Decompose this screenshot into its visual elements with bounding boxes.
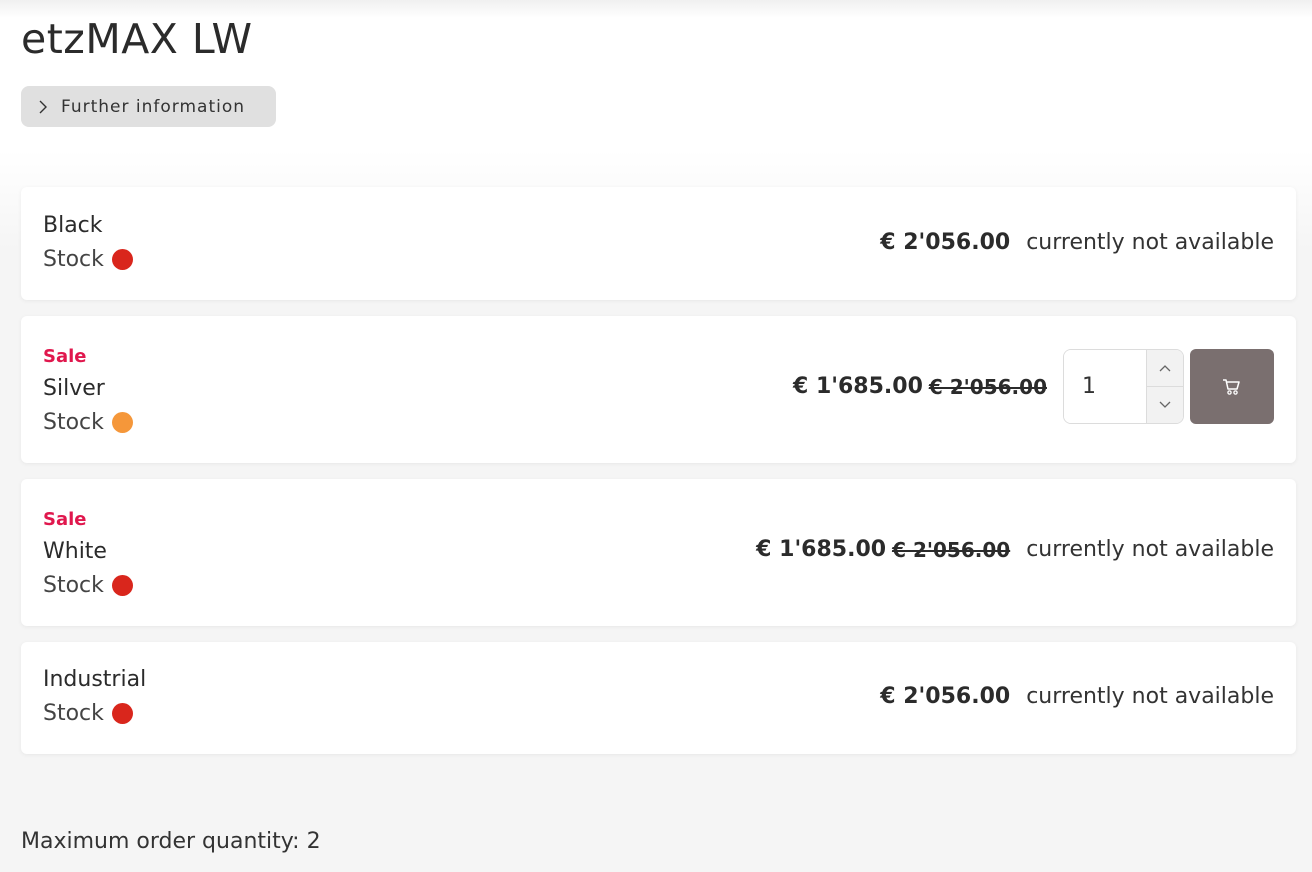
chevron-down-icon: [1159, 401, 1171, 408]
stock-label: Stock: [43, 573, 104, 598]
sale-badge: Sale: [43, 346, 87, 367]
page: etzMAX LW Further information Black Stoc…: [0, 0, 1312, 872]
variant-card-industrial: Industrial Stock € 2'056.00 currently no…: [21, 642, 1296, 754]
variant-card-silver: Sale Silver Stock € 1'685.00 € 2'056.00: [21, 316, 1296, 463]
stock-indicator: Stock: [43, 573, 133, 598]
stock-status-dot: [111, 575, 133, 596]
availability-text: currently not available: [1026, 230, 1274, 255]
price: € 2'056.00: [880, 230, 1011, 255]
stock-label: Stock: [43, 410, 104, 435]
sale-badge: Sale: [43, 509, 87, 530]
page-title: etzMAX LW: [21, 15, 253, 63]
old-price: € 2'056.00: [892, 537, 1011, 562]
variant-card-black: Black Stock € 2'056.00 currently not ava…: [21, 187, 1296, 300]
variant-name: White: [43, 539, 107, 564]
stock-status-dot: [111, 249, 133, 270]
stock-label: Stock: [43, 247, 104, 272]
variant-name: Black: [43, 213, 103, 238]
max-order-quantity-note: Maximum order quantity: 2: [21, 829, 321, 854]
chevron-up-icon: [1159, 365, 1171, 372]
price: € 1'685.00: [756, 537, 887, 562]
stock-status-dot: [111, 412, 133, 433]
variant-name: Silver: [43, 376, 105, 401]
quantity-stepper: [1063, 349, 1184, 424]
quantity-input[interactable]: [1064, 350, 1146, 423]
stock-indicator: Stock: [43, 410, 133, 435]
availability-text: currently not available: [1026, 684, 1274, 709]
add-to-cart-button[interactable]: [1190, 349, 1274, 424]
stock-label: Stock: [43, 701, 104, 726]
price-area: € 2'056.00 currently not available: [880, 230, 1274, 255]
old-price: € 2'056.00: [928, 374, 1047, 399]
cart-icon: [1223, 378, 1240, 395]
stock-status-dot: [111, 703, 133, 724]
stock-indicator: Stock: [43, 247, 133, 272]
variant-name: Industrial: [43, 667, 147, 692]
price: € 2'056.00: [880, 684, 1011, 709]
stepper-buttons: [1146, 350, 1183, 423]
further-information-button[interactable]: Further information: [21, 86, 276, 127]
price-area: € 2'056.00 currently not available: [880, 684, 1274, 709]
availability-text: currently not available: [1026, 537, 1274, 562]
variant-card-white: Sale White Stock € 1'685.00 € 2'056.00 c…: [21, 479, 1296, 626]
price-area: € 1'685.00 € 2'056.00: [793, 349, 1274, 424]
price-area: € 1'685.00 € 2'056.00 currently not avai…: [756, 537, 1274, 562]
price: € 1'685.00: [792, 374, 923, 399]
chevron-right-icon: [39, 100, 47, 113]
decrement-button[interactable]: [1147, 386, 1183, 423]
stock-indicator: Stock: [43, 701, 133, 726]
further-information-label: Further information: [61, 96, 246, 117]
increment-button[interactable]: [1147, 350, 1183, 386]
